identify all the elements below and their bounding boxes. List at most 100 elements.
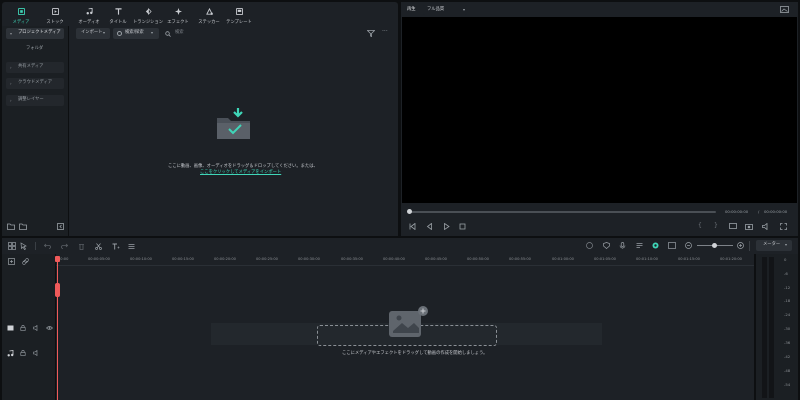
tab-label: ステッカー (198, 20, 220, 25)
sort-filter-dropdown[interactable]: 検索/探索 ▾ (113, 28, 159, 39)
sidebar-item-shared-media[interactable]: › 共有メディア (6, 62, 64, 73)
import-label: インポート (81, 30, 103, 35)
ruler-tick-label: 00:00:25:00 (256, 257, 278, 261)
redo-icon[interactable] (61, 243, 68, 249)
timeline-toolbar (2, 238, 798, 254)
meter-scale-label: -6 (784, 271, 788, 276)
add-track-icon[interactable] (8, 258, 15, 265)
meter-scale-label: -24 (784, 312, 791, 317)
import-media-link[interactable]: ここをクリックしてメディアをインポート (200, 170, 281, 175)
eye-visibility-icon[interactable] (46, 325, 53, 331)
meter-label: メーター (763, 242, 781, 247)
new-folder-icon[interactable] (7, 223, 15, 230)
tab-label: エフェクト (167, 20, 189, 25)
ruler-tick-label: 00:01:15:00 (678, 257, 700, 261)
audio-meter: 0 -6 -12 -18 -24 -30 -36 -42 -48 -54 (756, 254, 798, 400)
tab-stock[interactable]: ストック (40, 5, 70, 25)
ruler-tick-label: 00:00:35:00 (341, 257, 363, 261)
shield-mark-icon[interactable] (603, 242, 610, 249)
player-tab[interactable]: 再生 (407, 7, 416, 12)
sidebar-item-folder[interactable]: フォルダ (6, 44, 64, 55)
render-preview-icon[interactable] (586, 242, 593, 249)
lock-icon[interactable] (20, 350, 26, 356)
microphone-icon[interactable] (619, 242, 626, 249)
mark-in-icon[interactable]: { (698, 223, 702, 229)
meter-scale-label: -54 (784, 382, 791, 387)
tab-titles[interactable]: タイトル (103, 5, 133, 25)
time-ruler[interactable]: 00:00 00:00:05:00 00:00:10:00 00:00:15:0… (56, 254, 754, 266)
collapse-panel-icon[interactable] (57, 223, 64, 230)
tab-transitions[interactable]: トランジション (133, 5, 163, 25)
link-chain-icon[interactable] (22, 258, 29, 265)
step-back-icon[interactable] (426, 223, 433, 230)
audio-volume-icon[interactable] (762, 223, 770, 230)
text-title-tool-icon[interactable] (112, 243, 120, 250)
lock-icon[interactable] (20, 325, 26, 331)
speaker-icon[interactable] (33, 350, 40, 356)
tab-effects[interactable]: エフェクト (163, 5, 193, 25)
import-button[interactable]: インポート ▾ (76, 28, 110, 39)
tab-label: オーディオ (78, 20, 100, 25)
media-icon (18, 8, 25, 15)
filter-funnel-icon[interactable] (367, 30, 375, 37)
ruler-tick-label: 00:00:50:00 (467, 257, 489, 261)
meter-scale-label: 0 (784, 257, 787, 262)
sidebar-item-adjustment-layer[interactable]: › 調整レイヤー (6, 95, 64, 106)
video-preview[interactable] (402, 17, 797, 203)
sidebar-item-project-media[interactable]: ▾ プロジェクトメディア (6, 28, 64, 39)
voiceover-list-icon[interactable] (636, 242, 643, 249)
tab-label: テンプレート (226, 20, 252, 25)
quality-dropdown[interactable]: フル品質 ▾ (423, 5, 467, 15)
select-pointer-icon[interactable] (20, 242, 28, 250)
import-folder-illustration-icon (217, 108, 250, 139)
folder-icon[interactable] (19, 223, 27, 230)
audio-track-header (2, 343, 55, 363)
playhead-line[interactable] (57, 256, 58, 400)
tab-label: タイトル (109, 20, 127, 25)
grid-layout-icon[interactable] (8, 242, 16, 250)
ruler-tick-label: 00:01:20:00 (720, 257, 742, 261)
snapshot-image-icon[interactable] (780, 6, 789, 13)
undo-icon[interactable] (44, 243, 51, 249)
scrubber-handle[interactable] (407, 209, 412, 214)
ai-tool-icon[interactable] (652, 242, 659, 249)
playback-scrubber[interactable] (409, 211, 716, 213)
ruler-tick-label: 00:00:40:00 (383, 257, 405, 261)
mark-out-icon[interactable]: } (714, 223, 718, 229)
chevron-down-icon: ▾ (10, 31, 13, 36)
zoom-slider-handle[interactable] (712, 243, 717, 248)
sidebar-item-label: プロジェクトメディア (18, 30, 61, 35)
ruler-tick-label: 00:00:15:00 (172, 257, 194, 261)
camera-snapshot-icon[interactable] (745, 223, 753, 230)
skip-back-icon[interactable] (409, 223, 416, 230)
tab-media[interactable]: メディア (6, 5, 36, 27)
tab-templates[interactable]: テンプレート (224, 5, 254, 25)
more-options-icon[interactable]: ··· (382, 29, 388, 35)
tab-label: メディア (12, 20, 30, 25)
insert-clip-icon[interactable] (668, 242, 676, 249)
scissors-split-icon[interactable] (95, 243, 102, 250)
ruler-tick-label: 00:01:00:00 (552, 257, 574, 261)
sidebar-item-cloud-media[interactable]: › クラウドメディア (6, 78, 64, 89)
zoom-out-icon[interactable] (685, 242, 692, 249)
play-icon[interactable] (443, 223, 450, 230)
playhead-handle[interactable] (55, 256, 60, 262)
search-input[interactable]: 検索 (175, 30, 184, 35)
video-track-header (2, 318, 55, 338)
toolbar-divider (35, 242, 36, 250)
tab-audio[interactable]: オーディオ (74, 5, 104, 25)
chevron-right-icon: › (10, 65, 12, 70)
ruler-tick-label: 00:01:05:00 (594, 257, 616, 261)
tab-stickers[interactable]: ステッカー (194, 5, 224, 25)
meter-dropdown[interactable]: メーター ▾ (756, 240, 792, 251)
fullscreen-expand-icon[interactable] (780, 223, 787, 230)
speaker-icon[interactable] (33, 325, 40, 331)
stop-icon[interactable] (459, 223, 466, 230)
adjust-sliders-icon[interactable] (128, 243, 135, 250)
zoom-in-icon[interactable] (737, 242, 744, 249)
meter-scale-label: -36 (784, 340, 791, 345)
playhead-marker[interactable] (55, 283, 60, 297)
display-monitor-icon[interactable] (729, 223, 737, 230)
delete-trash-icon[interactable] (78, 243, 85, 250)
music-note-icon (86, 8, 93, 15)
